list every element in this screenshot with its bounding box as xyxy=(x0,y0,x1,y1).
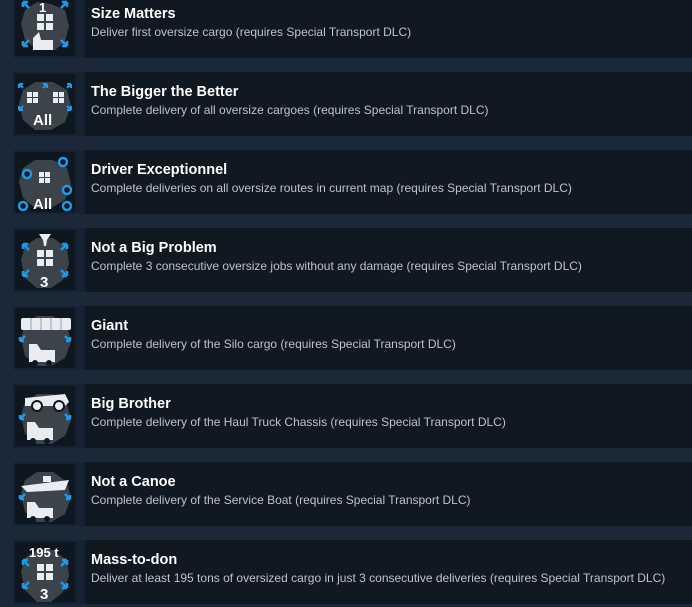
icon-label: All xyxy=(33,196,53,213)
achievement-row[interactable]: 3 Not a Big Problem Complete 3 consecuti… xyxy=(13,228,692,292)
achievement-text: Giant Complete delivery of the Silo carg… xyxy=(85,306,692,370)
achievement-title: Big Brother xyxy=(91,396,171,412)
achievement-title: Not a Big Problem xyxy=(91,240,217,256)
achievement-title: The Bigger the Better xyxy=(91,84,239,100)
achievement-row[interactable]: 1 Size Matters Deliver first oversize ca… xyxy=(13,0,692,58)
thumbs-up-cargo-icon: 1 xyxy=(15,0,75,56)
achievement-description: Complete delivery of all oversize cargoe… xyxy=(91,103,489,117)
achievement-text: Driver Exceptionnel Complete deliveries … xyxy=(85,150,692,214)
icon-label-secondary: 3 xyxy=(40,586,49,603)
icon-label: 1 xyxy=(39,0,47,15)
silo-truck-icon xyxy=(15,308,75,368)
achievement-list: 1 Size Matters Deliver first oversize ca… xyxy=(0,0,692,607)
achievement-description: Complete 3 consecutive oversize jobs wit… xyxy=(91,259,582,273)
achievement-text: The Bigger the Better Complete delivery … xyxy=(85,72,692,136)
achievement-title: Mass-to-don xyxy=(91,552,178,568)
achievement-row[interactable]: All Driver Exceptionnel Complete deliver… xyxy=(13,150,692,214)
weight-cargo-icon: 195 t 3 xyxy=(15,542,75,603)
achievement-description: Complete delivery of the Silo cargo (req… xyxy=(91,337,456,351)
achievement-row[interactable]: Big Brother Complete delivery of the Hau… xyxy=(13,384,692,448)
achievement-row[interactable]: 195 t 3 Mass-to-don Deliver at least 195… xyxy=(13,540,692,604)
achievement-text: Mass-to-don Deliver at least 195 tons of… xyxy=(85,540,692,604)
achievement-title: Driver Exceptionnel xyxy=(91,162,228,178)
achievement-description: Complete delivery of the Service Boat (r… xyxy=(91,493,471,507)
achievement-description: Deliver first oversize cargo (requires S… xyxy=(91,25,412,39)
achievement-text: Not a Big Problem Complete 3 consecutive… xyxy=(85,228,692,292)
achievement-title: Size Matters xyxy=(91,6,176,22)
icon-label: 3 xyxy=(40,274,49,291)
achievement-row[interactable]: All The Bigger the Better Complete deliv… xyxy=(13,72,692,136)
no-damage-icon: 3 xyxy=(15,230,75,291)
achievement-description: Complete delivery of the Haul Truck Chas… xyxy=(91,415,506,429)
achievement-text: Size Matters Deliver first oversize carg… xyxy=(85,0,692,58)
all-routes-icon: All xyxy=(15,152,75,213)
icon-label: All xyxy=(33,112,53,129)
achievement-description: Complete deliveries on all oversize rout… xyxy=(91,181,572,195)
achievement-row[interactable]: Giant Complete delivery of the Silo carg… xyxy=(13,306,692,370)
achievement-text: Not a Canoe Complete delivery of the Ser… xyxy=(85,462,692,526)
icon-label: 195 t xyxy=(29,545,59,560)
haul-truck-icon xyxy=(15,386,75,446)
boat-truck-icon xyxy=(15,464,75,524)
achievement-title: Not a Canoe xyxy=(91,474,176,490)
achievement-row[interactable]: Not a Canoe Complete delivery of the Ser… xyxy=(13,462,692,526)
achievement-description: Deliver at least 195 tons of oversized c… xyxy=(91,571,666,585)
achievement-title: Giant xyxy=(91,318,129,334)
achievement-text: Big Brother Complete delivery of the Hau… xyxy=(85,384,692,448)
all-cargo-icon: All xyxy=(15,74,75,134)
